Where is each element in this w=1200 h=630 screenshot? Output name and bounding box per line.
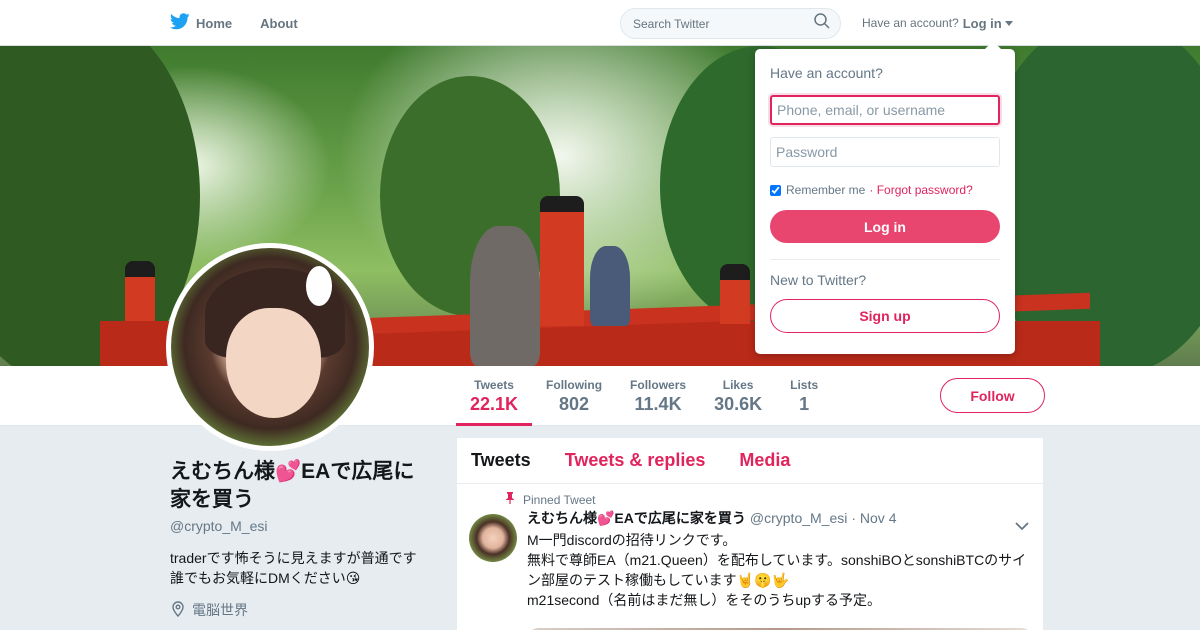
have-account-text: Have an account? [862, 16, 959, 30]
avatar-face [226, 308, 321, 418]
banner-post [720, 264, 750, 324]
banner-person [590, 246, 630, 326]
twitter-bird-icon [169, 13, 196, 33]
stat-followers[interactable]: Followers 11.4K [616, 366, 700, 426]
nav-about-label: About [260, 15, 298, 31]
password-input[interactable] [770, 137, 1000, 167]
profile-card: えむちん様💕EAで広尾に家を買う @crypto_M_esi traderです怖… [170, 458, 430, 620]
tweet-author-handle[interactable]: @crypto_M_esi [750, 510, 847, 526]
nav-home[interactable]: Home [169, 13, 233, 33]
tab-tweets[interactable]: Tweets [471, 450, 531, 471]
banner-post [125, 261, 155, 321]
tweet-text: M一門discordの招待リンクです。 無料で尊師EA（m21.Queen）を配… [527, 532, 1027, 608]
tab-tweets-replies[interactable]: Tweets & replies [565, 450, 706, 471]
follow-button[interactable]: Follow [940, 378, 1045, 413]
login-button[interactable]: Log in [770, 210, 1000, 243]
avatar-bunny-ears [306, 266, 332, 306]
profile-name[interactable]: えむちん様💕EAで広尾に家を買う [170, 458, 430, 514]
tab-media[interactable]: Media [739, 450, 790, 471]
nav-home-label: Home [196, 15, 233, 31]
remember-me-label[interactable]: Remember me [786, 183, 865, 197]
top-navigation-bar: Home About Have an account? Log in [0, 0, 1200, 46]
stat-following[interactable]: Following 802 [532, 366, 616, 426]
search-icon[interactable] [814, 13, 830, 34]
pinned-text: Pinned Tweet [523, 492, 596, 507]
pinned-tweet[interactable]: Pinned Tweet えむちん様💕EAで広尾に家を買う @crypto_M_… [457, 484, 1043, 610]
profile-avatar[interactable] [166, 243, 374, 451]
dropdown-title: Have an account? [770, 65, 883, 81]
pinned-label: Pinned Tweet [505, 492, 596, 507]
forgot-password-link[interactable]: · Forgot password? [869, 183, 972, 197]
dropdown-divider [770, 259, 1000, 260]
search-box [620, 8, 841, 39]
stat-likes[interactable]: Likes 30.6K [700, 366, 776, 426]
tweet-author-name[interactable]: えむちん様💕EAで広尾に家を買う [527, 508, 746, 528]
login-dropdown: Have an account? Remember me · Forgot pa… [755, 41, 1015, 354]
timeline-tabs: Tweets Tweets & replies Media [457, 438, 1043, 484]
tweet-header: えむちん様💕EAで広尾に家を買う @crypto_M_esi · Nov 4 [527, 508, 1031, 528]
stat-value: 30.6K [714, 394, 763, 414]
stat-label: Likes [722, 378, 754, 392]
stat-label: Followers [630, 378, 687, 392]
profile-location: 電脳世界 [170, 600, 430, 620]
stat-lists[interactable]: Lists 1 [776, 366, 832, 426]
profile-handle[interactable]: @crypto_M_esi [170, 518, 430, 534]
remember-row: Remember me · Forgot password? [770, 183, 1000, 197]
stat-value: 802 [559, 394, 590, 414]
stat-label: Following [546, 378, 603, 392]
stat-label: Tweets [474, 378, 514, 392]
new-to-twitter-text: New to Twitter? [770, 272, 867, 288]
login-dropdown-toggle[interactable]: Log in [963, 16, 1013, 31]
banner-person [470, 226, 540, 366]
login-toggle-label: Log in [962, 15, 1002, 31]
stat-value: 11.4K [634, 394, 682, 414]
pushpin-icon [505, 492, 523, 507]
timeline: Tweets Tweets & replies Media Pinned Twe… [456, 437, 1044, 630]
location-pin-icon [170, 600, 192, 620]
username-input[interactable] [770, 95, 1000, 125]
tweet-timestamp[interactable]: · Nov 4 [851, 510, 896, 526]
stat-value: 1 [799, 394, 810, 414]
nav-about[interactable]: About [260, 16, 298, 31]
stat-value: 22.1K [470, 394, 519, 414]
search-input[interactable] [633, 16, 814, 31]
stat-tweets[interactable]: Tweets 22.1K [456, 366, 533, 426]
profile-location-text: 電脳世界 [192, 602, 248, 618]
remember-me-checkbox[interactable] [770, 184, 781, 196]
nav-left: Home About [169, 0, 326, 46]
chevron-down-icon[interactable] [1015, 518, 1029, 536]
signup-button[interactable]: Sign up [770, 299, 1000, 333]
profile-bio: traderです怖そうに見えますが普通です誰でもお気軽にDMください😘 [170, 550, 417, 586]
profile-stats: Tweets 22.1K Following 802 Followers 11.… [456, 366, 832, 426]
account-area: Have an account? Log in [862, 0, 1013, 46]
banner-post [540, 196, 584, 326]
caret-down-icon [1004, 20, 1013, 26]
stat-label: Lists [790, 378, 819, 392]
tweet-avatar[interactable] [469, 514, 517, 562]
